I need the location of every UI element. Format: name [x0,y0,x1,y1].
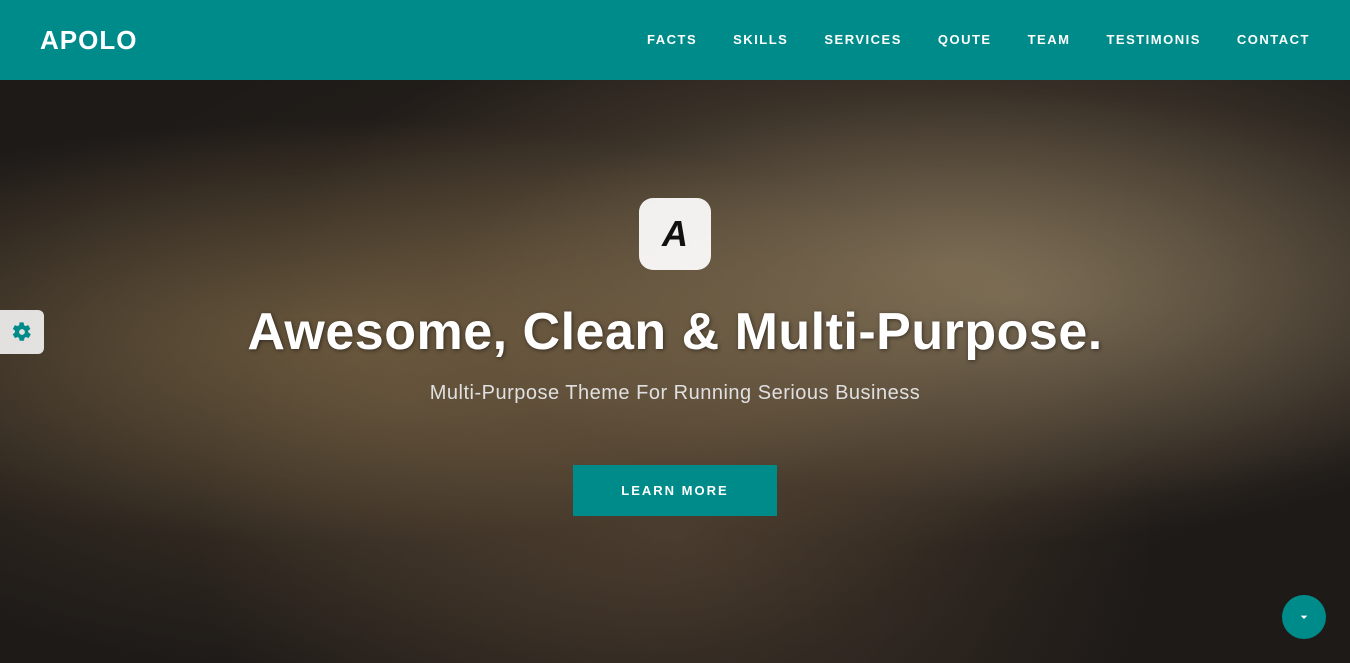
hero-title: Awesome, Clean & Multi-Purpose. [247,302,1102,362]
nav-link-contact[interactable]: CONTACT [1237,32,1310,47]
navbar: APOLO FACTS SKILLS SERVICES QOUTE TEAM T… [0,0,1350,80]
nav-link-qoute[interactable]: QOUTE [938,32,992,47]
nav-item-facts[interactable]: FACTS [647,31,697,49]
nav-link-services[interactable]: SERVICES [824,32,902,47]
hero-subtitle: Multi-Purpose Theme For Running Serious … [430,382,921,405]
nav-link-team[interactable]: TEAM [1028,32,1071,47]
nav-item-contact[interactable]: CONTACT [1237,31,1310,49]
nav-item-testimonis[interactable]: TESTIMONIS [1106,31,1200,49]
hero-section: A Awesome, Clean & Multi-Purpose. Multi-… [0,0,1350,663]
settings-button[interactable] [0,310,44,354]
nav-item-qoute[interactable]: QOUTE [938,31,992,49]
nav-link-testimonis[interactable]: TESTIMONIS [1106,32,1200,47]
nav-link-skills[interactable]: SKILLS [733,32,788,47]
nav-menu: FACTS SKILLS SERVICES QOUTE TEAM TESTIMO… [647,31,1310,49]
nav-link-facts[interactable]: FACTS [647,32,697,47]
chevron-down-icon [1296,609,1312,625]
nav-item-services[interactable]: SERVICES [824,31,902,49]
brand-logo[interactable]: APOLO [40,25,137,56]
hero-logo-icon: A [639,198,711,270]
nav-item-team[interactable]: TEAM [1028,31,1071,49]
hero-content: A Awesome, Clean & Multi-Purpose. Multi-… [247,198,1102,516]
nav-item-skills[interactable]: SKILLS [733,31,788,49]
learn-more-button[interactable]: LEARN MORE [573,465,776,516]
scroll-down-button[interactable] [1282,595,1326,639]
gear-icon [12,322,32,342]
